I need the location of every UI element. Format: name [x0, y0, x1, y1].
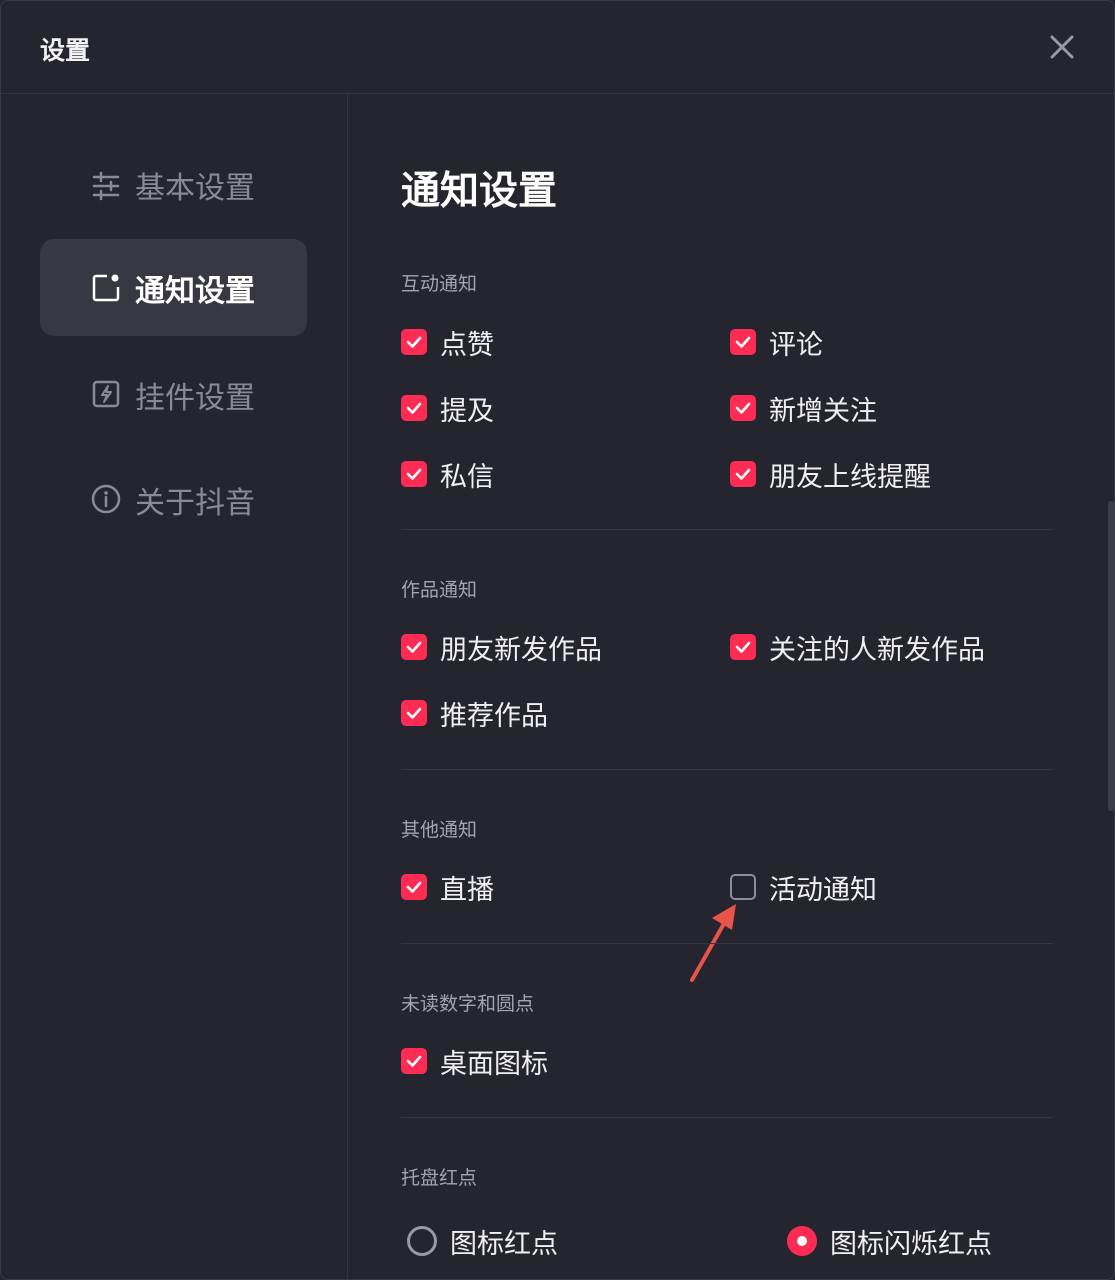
section-title-tray: 托盘红点 [401, 1167, 478, 1189]
checkbox-label: 提及 [440, 395, 494, 427]
checkbox-label: 桌面图标 [440, 1048, 548, 1080]
checkbox-activity-notification[interactable]: 活动通知 [730, 870, 877, 906]
checkbox-label: 朋友新发作品 [440, 634, 602, 666]
checkbox-private-message[interactable]: 私信 [401, 457, 494, 493]
checkbox-checked-icon [730, 634, 756, 660]
checkbox-new-follower[interactable]: 新增关注 [730, 391, 877, 427]
radio-icon-flashing-red-dot[interactable]: 图标闪烁红点 [787, 1224, 992, 1260]
divider [401, 529, 1053, 530]
checkbox-label: 关注的人新发作品 [769, 634, 985, 666]
radio-unselected-icon [407, 1226, 437, 1256]
checkbox-label: 推荐作品 [440, 700, 548, 732]
sliders-icon [90, 170, 122, 202]
checkbox-checked-icon [730, 329, 756, 355]
radio-icon-red-dot[interactable]: 图标红点 [407, 1224, 558, 1260]
checkbox-like[interactable]: 点赞 [401, 325, 494, 361]
checkbox-live[interactable]: 直播 [401, 870, 494, 906]
checkbox-checked-icon [401, 634, 427, 660]
info-icon [90, 483, 122, 515]
divider [401, 769, 1053, 770]
sidebar-item-label: 通知设置 [135, 273, 255, 309]
checkbox-checked-icon [730, 395, 756, 421]
checkbox-checked-icon [730, 461, 756, 487]
checkbox-label: 新增关注 [769, 395, 877, 427]
checkbox-recommended-works[interactable]: 推荐作品 [401, 696, 548, 732]
close-button[interactable] [1042, 27, 1082, 67]
sidebar-item-about-douyin[interactable]: 关于抖音 [40, 451, 307, 548]
checkbox-label: 活动通知 [769, 874, 877, 906]
window-title: 设置 [40, 36, 91, 65]
divider [401, 943, 1053, 944]
sidebar: 基本设置 通知设置 挂件设置 关于抖音 [1, 94, 348, 1279]
checkbox-desktop-icon[interactable]: 桌面图标 [401, 1044, 548, 1080]
checkbox-friend-new-works[interactable]: 朋友新发作品 [401, 630, 602, 666]
notification-settings-panel: 通知设置 互动通知 点赞 评论 提及 新增关注 私信 朋友上线提醒 作品通知 朋… [348, 94, 1114, 1279]
checkbox-label: 评论 [769, 329, 823, 361]
checkbox-checked-icon [401, 329, 427, 355]
sidebar-item-label: 基本设置 [135, 170, 255, 206]
checkbox-checked-icon [401, 1048, 427, 1074]
section-title-works: 作品通知 [401, 579, 478, 601]
checkbox-label: 私信 [440, 461, 494, 493]
checkbox-following-new-works[interactable]: 关注的人新发作品 [730, 630, 985, 666]
annotation-arrow-icon [690, 904, 736, 982]
checkbox-checked-icon [401, 395, 427, 421]
divider [401, 1117, 1053, 1118]
checkbox-label: 朋友上线提醒 [769, 461, 931, 493]
section-title-unread: 未读数字和圆点 [401, 993, 535, 1015]
settings-window: 设置 基本设置 通知设置 挂件设置 关于抖音 通知设置 互动通知 点赞 评论 提… [0, 0, 1115, 1280]
sidebar-item-label: 关于抖音 [135, 485, 255, 521]
sidebar-item-notification-settings[interactable]: 通知设置 [40, 239, 307, 336]
notification-icon [90, 272, 122, 304]
radio-label: 图标闪烁红点 [830, 1228, 992, 1260]
checkbox-label: 点赞 [440, 329, 494, 361]
widget-icon [90, 378, 122, 410]
checkbox-checked-icon [401, 700, 427, 726]
checkbox-unchecked-icon [730, 874, 756, 900]
checkbox-label: 直播 [440, 874, 494, 906]
checkbox-mention[interactable]: 提及 [401, 391, 494, 427]
checkbox-comment[interactable]: 评论 [730, 325, 823, 361]
checkbox-friend-online[interactable]: 朋友上线提醒 [730, 457, 931, 493]
checkbox-checked-icon [401, 874, 427, 900]
page-title: 通知设置 [401, 169, 558, 214]
checkbox-checked-icon [401, 461, 427, 487]
scrollbar[interactable] [1108, 501, 1114, 811]
radio-selected-icon [787, 1226, 817, 1256]
sidebar-item-label: 挂件设置 [135, 380, 255, 416]
close-icon [1050, 35, 1074, 59]
radio-label: 图标红点 [450, 1228, 558, 1260]
sidebar-item-basic-settings[interactable]: 基本设置 [40, 136, 307, 233]
section-title-interaction: 互动通知 [401, 273, 478, 295]
title-bar: 设置 [1, 1, 1114, 94]
sidebar-item-widget-settings[interactable]: 挂件设置 [40, 346, 307, 443]
section-title-other: 其他通知 [401, 819, 478, 841]
